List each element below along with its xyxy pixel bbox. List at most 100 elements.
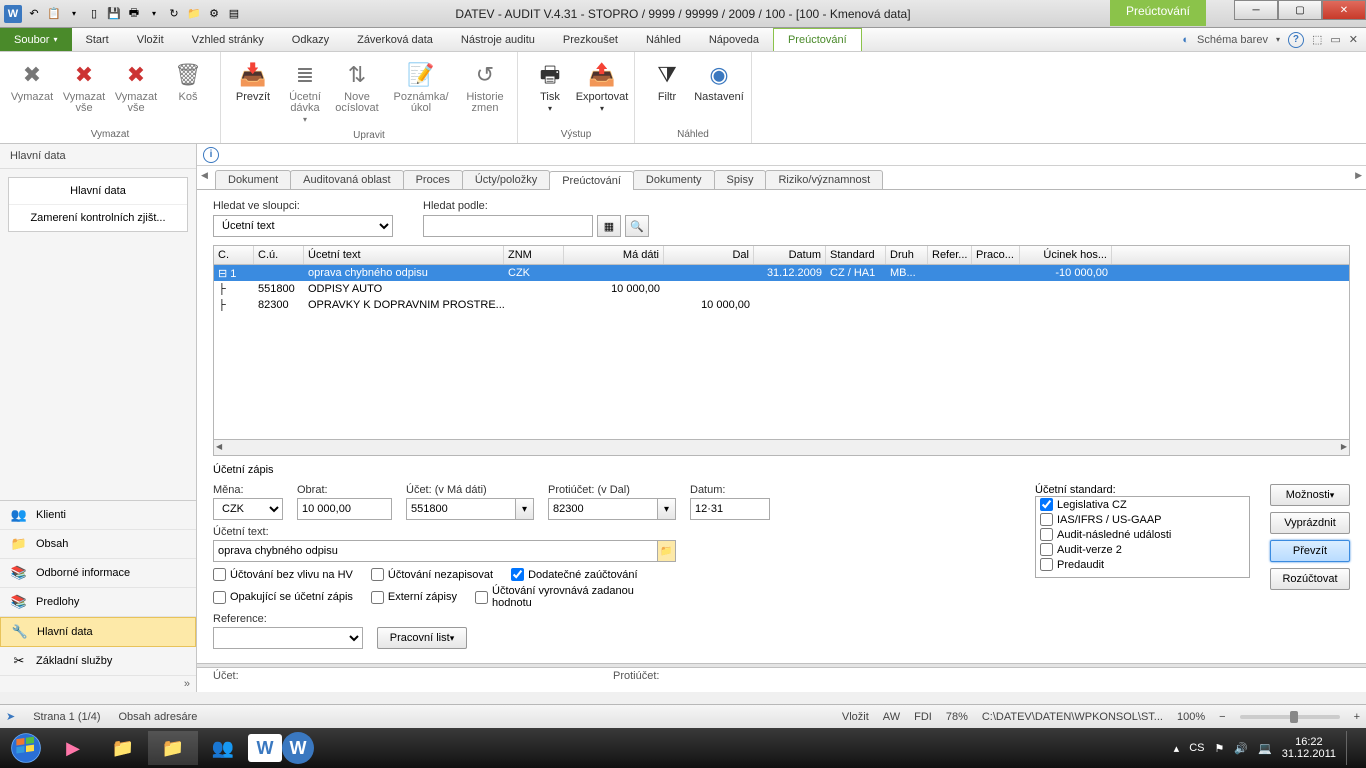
col-ref[interactable]: Refer... xyxy=(928,246,972,264)
help-icon[interactable]: ? xyxy=(1288,32,1304,48)
ucet-input[interactable] xyxy=(406,498,516,520)
tb-lang[interactable]: CS xyxy=(1189,742,1204,754)
col-uh[interactable]: Úcinek hos... xyxy=(1020,246,1112,264)
tab-vzhled[interactable]: Vzhled stránky xyxy=(178,28,278,51)
dropdown-icon[interactable]: ▾ xyxy=(146,6,162,22)
subtab-dokument[interactable]: Dokument xyxy=(215,170,291,189)
file-tab[interactable]: Soubor ▾ xyxy=(0,28,72,51)
chk-bezvlivu[interactable]: Účtování bez vlivu na HV xyxy=(213,568,353,581)
column-select[interactable]: Úcetní text xyxy=(213,215,393,237)
zoom-minus[interactable]: − xyxy=(1219,711,1225,723)
chk-dodatecne[interactable]: Dodatečné zaúčtování xyxy=(511,568,637,581)
minimize-button[interactable]: ─ xyxy=(1234,0,1278,20)
tray-vol-icon[interactable]: 🔊 xyxy=(1234,742,1248,755)
subtab-auditovana[interactable]: Auditovaná oblast xyxy=(290,170,403,189)
folder-icon[interactable]: 📁 xyxy=(186,6,202,22)
nav-klienti[interactable]: 👥Klienti xyxy=(0,501,196,530)
grid-body[interactable]: ⊟ 1oprava chybného odpisuCZK31.12.2009CZ… xyxy=(214,265,1349,439)
subtab-proces[interactable]: Proces xyxy=(403,170,463,189)
nav-odborne[interactable]: 📚Odborné informace xyxy=(0,559,196,588)
tab-nahled[interactable]: Náhled xyxy=(632,28,695,51)
rb-davka[interactable]: ≣Úcetní dávka▾ xyxy=(279,54,331,129)
tray-flag-icon[interactable]: ⚑ xyxy=(1214,742,1224,755)
tb-folder2[interactable]: 📁 xyxy=(148,731,198,765)
rb-vymazat-vse[interactable]: ✖Vymazat vše xyxy=(58,54,110,128)
chk-nezapisovat[interactable]: Účtování nezapisovat xyxy=(371,568,493,581)
tray-up-icon[interactable]: ▴ xyxy=(1174,742,1180,755)
doc-icon[interactable]: ▯ xyxy=(86,6,102,22)
col-c[interactable]: C. xyxy=(214,246,254,264)
close-button[interactable]: ✕ xyxy=(1322,0,1366,20)
close-doc-icon[interactable]: ✕ xyxy=(1349,33,1358,46)
window-icon[interactable]: ▭ xyxy=(1330,33,1340,46)
col-dr[interactable]: Druh xyxy=(886,246,928,264)
zoom-slider[interactable] xyxy=(1240,715,1340,719)
nav-zakladni[interactable]: ✂Základní služby xyxy=(0,647,196,676)
tab-vlozit[interactable]: Vložit xyxy=(123,28,178,51)
rb-prevzit[interactable]: 📥Prevzít xyxy=(227,54,279,129)
context-tab[interactable]: Preúctování xyxy=(1110,0,1206,26)
obrat-input[interactable] xyxy=(297,498,392,520)
tray-net-icon[interactable]: 💻 xyxy=(1258,742,1272,755)
col-std[interactable]: Standard xyxy=(826,246,886,264)
rb-history[interactable]: ↺Historie zmen xyxy=(459,54,511,129)
start-button[interactable] xyxy=(4,728,48,768)
rb-vymazat[interactable]: ✖Vymazat xyxy=(6,54,58,128)
rb-export[interactable]: 📤Exportovat▾ xyxy=(576,54,628,128)
rb-settings[interactable]: ◉Nastavení xyxy=(693,54,745,128)
moznosti-btn[interactable]: Možnosti xyxy=(1270,484,1350,506)
standard-list[interactable]: Legislativa CZ IAS/IFRS / US-GAAP Audit-… xyxy=(1035,496,1250,578)
tree-item[interactable]: Zamerení kontrolních zjišt... xyxy=(9,205,187,231)
tb-datev[interactable]: W xyxy=(282,732,314,764)
pracovni-list-btn[interactable]: Pracovní list xyxy=(377,627,467,649)
proti-drop[interactable]: ▾ xyxy=(658,498,676,520)
tab-prezkouset[interactable]: Prezkoušet xyxy=(549,28,632,51)
subtab-spisy[interactable]: Spisy xyxy=(714,170,767,189)
rb-renumber[interactable]: ⇅Nove ocíslovat xyxy=(331,54,383,129)
rozuctovat-btn[interactable]: Rozúčtovat xyxy=(1270,568,1350,590)
chk-externi[interactable]: Externí zápisy xyxy=(371,585,457,609)
grid-hscroll[interactable] xyxy=(213,440,1350,456)
expand-icon[interactable]: ⬚ xyxy=(1312,33,1322,46)
tb-media[interactable]: ▶ xyxy=(48,731,98,765)
table-row[interactable]: ⊟ 1oprava chybného odpisuCZK31.12.2009CZ… xyxy=(214,265,1349,281)
nav-predlohy[interactable]: 📚Predlohy xyxy=(0,588,196,617)
col-cu[interactable]: C.ú. xyxy=(254,246,304,264)
paste-icon[interactable]: 📋 xyxy=(46,6,62,22)
reference-select[interactable] xyxy=(213,627,363,649)
tab-zaverkova[interactable]: Záverková data xyxy=(343,28,447,51)
info-icon[interactable]: i xyxy=(203,147,219,163)
datum-input[interactable] xyxy=(690,498,770,520)
zoom-plus[interactable]: + xyxy=(1354,711,1360,723)
prevzit-btn[interactable]: Převzít xyxy=(1270,540,1350,562)
subtab-preuctovani[interactable]: Preúctování xyxy=(549,171,634,190)
page-icon[interactable]: ▤ xyxy=(226,6,242,22)
rb-note[interactable]: 📝Poznámka/úkol xyxy=(383,54,459,129)
mena-select[interactable]: CZK xyxy=(213,498,283,520)
vyprazdnit-btn[interactable]: Vyprázdnit xyxy=(1270,512,1350,534)
refresh-icon[interactable]: ↻ xyxy=(166,6,182,22)
print-icon[interactable]: 🖶 xyxy=(126,6,142,22)
tab-preuctovani[interactable]: Preúctování xyxy=(773,28,862,51)
tb-word[interactable]: W xyxy=(248,734,282,762)
save-icon[interactable]: 💾 xyxy=(106,6,122,22)
col-md[interactable]: Má dáti xyxy=(564,246,664,264)
rb-kos[interactable]: 🗑Koš xyxy=(162,54,214,128)
grid-icon[interactable]: ▦ xyxy=(597,215,621,237)
undo-icon[interactable]: ↶ xyxy=(26,6,42,22)
show-desktop[interactable] xyxy=(1346,731,1354,765)
proti-input[interactable] xyxy=(548,498,658,520)
scheme-label[interactable]: Schéma barev xyxy=(1197,34,1268,46)
utext-browse[interactable]: 📁 xyxy=(658,540,676,562)
tb-people[interactable]: 👥 xyxy=(198,731,248,765)
binoculars-icon[interactable]: 🔍 xyxy=(625,215,649,237)
dropdown-icon[interactable]: ▾ xyxy=(66,6,82,22)
tab-nastroje[interactable]: Nástroje auditu xyxy=(447,28,549,51)
rb-vymazat-vse2[interactable]: ✖Vymazat vše xyxy=(110,54,162,128)
col-pr[interactable]: Praco... xyxy=(972,246,1020,264)
nav-hlavni-data[interactable]: 🔧Hlavní data xyxy=(0,617,196,647)
nav-expand[interactable]: » xyxy=(0,676,196,692)
tb-folder1[interactable]: 📁 xyxy=(98,731,148,765)
chk-vyrovnava[interactable]: Účtování vyrovnává zadanou hodnotu xyxy=(475,585,635,609)
col-dat[interactable]: Datum xyxy=(754,246,826,264)
